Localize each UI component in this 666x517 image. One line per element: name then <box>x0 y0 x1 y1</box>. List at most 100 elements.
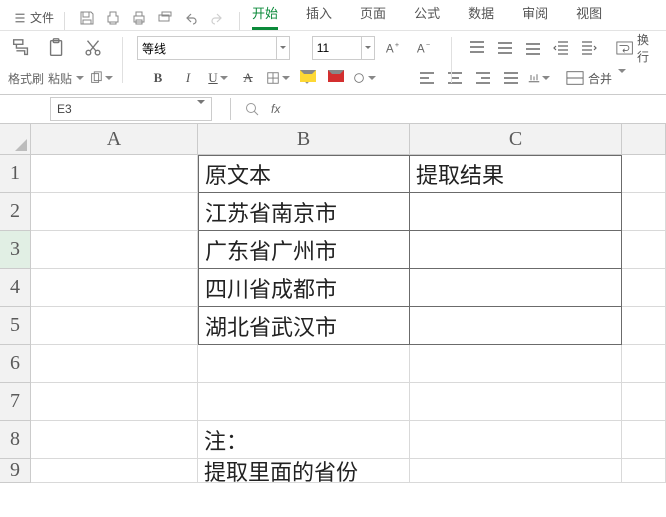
cell-A1[interactable] <box>31 155 198 193</box>
font-color-button[interactable]: A <box>324 68 346 88</box>
align-justify-icon[interactable] <box>500 68 522 88</box>
cell-A4[interactable] <box>31 269 198 307</box>
print-icon[interactable] <box>131 10 147 26</box>
orientation-dropdown-icon[interactable] <box>528 68 550 88</box>
cell-C5[interactable] <box>410 307 622 345</box>
cell-X3[interactable] <box>622 231 666 269</box>
cell-B7[interactable] <box>198 383 410 421</box>
cell-X9[interactable] <box>622 459 666 483</box>
column-header-B[interactable]: B <box>198 124 410 155</box>
name-box-dropdown-icon[interactable] <box>197 102 205 116</box>
cell-C6[interactable] <box>410 345 622 383</box>
cell-B9[interactable]: 提取里面的省份 <box>198 459 410 483</box>
cell-C4[interactable] <box>410 269 622 307</box>
print-preview-icon[interactable] <box>105 10 121 26</box>
file-menu[interactable]: 文件 <box>8 5 60 30</box>
cell-B5[interactable]: 湖北省武汉市 <box>198 307 410 345</box>
cell-C2[interactable] <box>410 193 622 231</box>
cell-A7[interactable] <box>31 383 198 421</box>
row-header-8[interactable]: 8 <box>0 421 31 459</box>
cell-B3[interactable]: 广东省广州市 <box>198 231 410 269</box>
cell-A8[interactable] <box>31 421 198 459</box>
align-middle-icon[interactable] <box>494 38 516 58</box>
row-header-3[interactable]: 3 <box>0 231 31 269</box>
row-header-7[interactable]: 7 <box>0 383 31 421</box>
font-size-dropdown-icon[interactable] <box>362 36 375 60</box>
underline-button[interactable]: U <box>206 67 230 89</box>
tab-data[interactable]: 数据 <box>468 0 494 30</box>
format-painter-label[interactable]: 格式刷 <box>6 68 46 88</box>
cell-A9[interactable] <box>31 459 198 483</box>
select-all-corner[interactable] <box>0 124 31 155</box>
wrap-text-button[interactable]: 换行 <box>616 31 660 65</box>
paste-dropdown[interactable]: 粘贴 <box>46 68 86 88</box>
name-box[interactable]: E3 <box>50 97 212 121</box>
align-right-icon[interactable] <box>472 68 494 88</box>
tab-review[interactable]: 审阅 <box>522 0 548 30</box>
border-dropdown-icon[interactable] <box>266 67 290 89</box>
copy-dropdown-icon[interactable] <box>86 68 116 88</box>
cancel-formula-icon[interactable] <box>245 102 259 116</box>
cell-X8[interactable] <box>622 421 666 459</box>
align-center-icon[interactable] <box>444 68 466 88</box>
format-painter-icon[interactable] <box>6 35 36 61</box>
cell-X5[interactable] <box>622 307 666 345</box>
cell-X1[interactable] <box>622 155 666 193</box>
row-header-6[interactable]: 6 <box>0 345 31 383</box>
cell-C9[interactable] <box>410 459 622 483</box>
cut-icon[interactable] <box>78 35 108 61</box>
cell-X6[interactable] <box>622 345 666 383</box>
tab-page[interactable]: 页面 <box>360 0 386 30</box>
save-icon[interactable] <box>79 10 95 26</box>
row-header-2[interactable]: 2 <box>0 193 31 231</box>
redo-icon[interactable] <box>209 10 225 26</box>
cell-style-dropdown-icon[interactable] <box>352 67 376 89</box>
fx-label[interactable]: fx <box>271 102 280 116</box>
row-header-9[interactable]: 9 <box>0 459 31 483</box>
cell-X7[interactable] <box>622 383 666 421</box>
column-header-A[interactable]: A <box>31 124 198 155</box>
bold-button[interactable]: B <box>146 67 170 89</box>
italic-button[interactable]: I <box>176 67 200 89</box>
merge-button[interactable]: 合并 <box>566 70 622 87</box>
cell-C8[interactable] <box>410 421 622 459</box>
tab-start[interactable]: 开始 <box>252 0 278 30</box>
spreadsheet[interactable]: ABC123456789原文本提取结果江苏省南京市广东省广州市四川省成都市湖北省… <box>0 124 666 517</box>
cell-C3[interactable] <box>410 231 622 269</box>
indent-increase-icon[interactable] <box>578 38 600 58</box>
align-top-icon[interactable] <box>466 38 488 58</box>
cell-B8[interactable]: 注： <box>198 421 410 459</box>
merge-dropdown-icon[interactable] <box>616 71 622 85</box>
column-header-extra[interactable] <box>622 124 666 155</box>
cell-A6[interactable] <box>31 345 198 383</box>
align-left-icon[interactable] <box>416 68 438 88</box>
paste-icon[interactable] <box>42 35 72 61</box>
cell-C7[interactable] <box>410 383 622 421</box>
tab-formula[interactable]: 公式 <box>414 0 440 30</box>
row-header-5[interactable]: 5 <box>0 307 31 345</box>
row-header-1[interactable]: 1 <box>0 155 31 193</box>
cell-B4[interactable]: 四川省成都市 <box>198 269 410 307</box>
cell-A2[interactable] <box>31 193 198 231</box>
cell-X2[interactable] <box>622 193 666 231</box>
formula-input[interactable] <box>284 98 666 120</box>
font-size-select[interactable] <box>312 36 375 60</box>
font-size-input[interactable] <box>312 36 362 60</box>
font-name-select[interactable] <box>137 36 290 60</box>
tab-view[interactable]: 视图 <box>576 0 602 30</box>
tab-insert[interactable]: 插入 <box>306 0 332 30</box>
cell-X4[interactable] <box>622 269 666 307</box>
align-bottom-icon[interactable] <box>522 38 544 58</box>
cell-B6[interactable] <box>198 345 410 383</box>
font-name-input[interactable] <box>137 36 277 60</box>
font-name-dropdown-icon[interactable] <box>277 36 290 60</box>
row-header-4[interactable]: 4 <box>0 269 31 307</box>
fill-color-button[interactable] <box>296 68 318 88</box>
column-header-C[interactable]: C <box>410 124 622 155</box>
cell-C1[interactable]: 提取结果 <box>410 155 622 193</box>
indent-decrease-icon[interactable] <box>550 38 572 58</box>
cell-B1[interactable]: 原文本 <box>198 155 410 193</box>
print-all-icon[interactable] <box>157 10 173 26</box>
increase-font-icon[interactable]: A+ <box>383 37 406 59</box>
cell-A5[interactable] <box>31 307 198 345</box>
